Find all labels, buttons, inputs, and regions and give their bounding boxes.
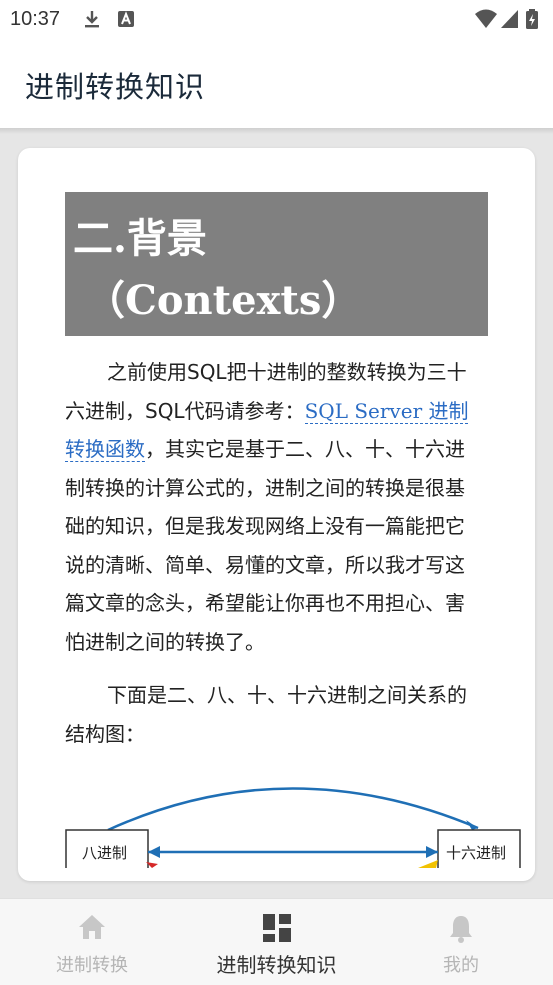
- dashboard-icon: [262, 914, 291, 942]
- app-bar: 进制转换知识: [0, 38, 553, 128]
- wifi-icon: [475, 9, 497, 28]
- download-icon: [85, 11, 99, 28]
- diagram-label-left: 八进制: [82, 844, 128, 862]
- home-icon: [79, 915, 105, 939]
- battery-charging-icon: [526, 9, 538, 29]
- paragraph-text: 下面是二、八、十、十六进制之间关系的结构图：: [65, 683, 467, 746]
- article-paragraph: 之前使用SQL把十进制的整数转换为三十六进制，SQL代码请参考：SQL Serv…: [65, 353, 475, 661]
- bottom-navigation: 进制转换 进制转换知识 我的: [0, 898, 553, 985]
- nav-label: 进制转换: [56, 955, 128, 976]
- bell-icon: [450, 916, 472, 943]
- connector-arrowhead-left: [148, 846, 160, 858]
- heading-line-1: 二.背景: [73, 215, 207, 262]
- diagram-arc: [107, 787, 479, 832]
- a-square-icon: [118, 11, 134, 27]
- nav-item-profile[interactable]: 我的: [369, 899, 553, 985]
- status-time: 10:37: [10, 8, 61, 30]
- section-heading: 二.背景 （Contexts）: [65, 192, 488, 336]
- paragraph-text: ，其实它是基于二、八、十、十六进制转换的计算公式的，进制之间的转换是很基础的知识…: [65, 437, 465, 654]
- diagram-label-right: 十六进制: [446, 844, 507, 862]
- article-paragraph: 下面是二、八、十、十六进制之间关系的结构图：: [65, 676, 475, 753]
- page-title: 进制转换知识: [25, 70, 206, 104]
- nav-label: 进制转换知识: [216, 953, 337, 977]
- article-card[interactable]: 二.背景 （Contexts） 之前使用SQL把十进制的整数转换为三十六进制，S…: [18, 148, 535, 881]
- cell-signal-icon: [501, 10, 518, 28]
- nav-label: 我的: [443, 955, 479, 976]
- connector-arrowhead-right: [426, 846, 438, 858]
- nav-item-knowledge[interactable]: 进制转换知识: [184, 899, 369, 985]
- app-bar-shadow: [0, 128, 553, 134]
- nav-item-conversion[interactable]: 进制转换: [0, 899, 184, 985]
- heading-line-2: （Contexts）: [85, 277, 362, 324]
- status-bar: 10:37: [0, 0, 553, 38]
- yellow-arrow: [418, 860, 438, 868]
